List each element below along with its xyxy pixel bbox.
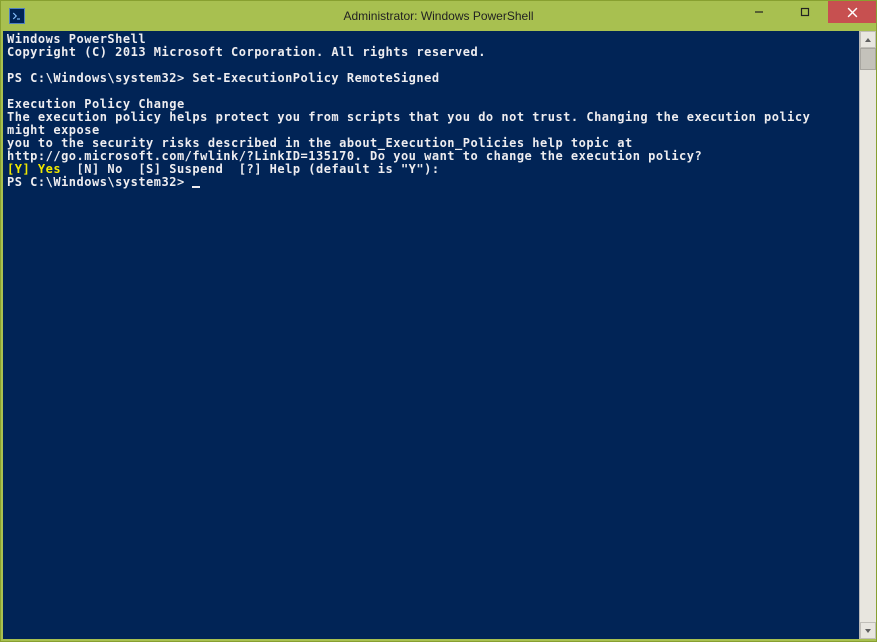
powershell-icon [9, 8, 25, 24]
close-button[interactable] [828, 1, 876, 23]
cursor [192, 186, 200, 188]
warning-heading: Execution Policy Change [7, 97, 185, 111]
maximize-button[interactable] [782, 1, 828, 23]
scrollbar-thumb[interactable] [860, 48, 876, 70]
prompt: PS C:\Windows\system32> [7, 71, 192, 85]
banner-line: Copyright (C) 2013 Microsoft Corporation… [7, 45, 486, 59]
terminal-area: Windows PowerShell Copyright (C) 2013 Mi… [1, 31, 876, 641]
titlebar[interactable]: Administrator: Windows PowerShell [1, 1, 876, 31]
vertical-scrollbar[interactable] [859, 31, 876, 639]
warning-body: The execution policy helps protect you f… [7, 110, 818, 163]
window-title: Administrator: Windows PowerShell [343, 9, 533, 23]
choice-options: [N] No [S] Suspend [?] Help (default is … [61, 162, 440, 176]
scrollbar-track[interactable] [860, 48, 876, 622]
window-controls [736, 1, 876, 23]
minimize-button[interactable] [736, 1, 782, 23]
powershell-window: Administrator: Windows PowerShell Window… [0, 0, 877, 642]
choice-yes: [Y] Yes [7, 162, 61, 176]
command-text: Set-ExecutionPolicy RemoteSigned [192, 71, 439, 85]
banner-line: Windows PowerShell [7, 32, 146, 46]
prompt: PS C:\Windows\system32> [7, 175, 192, 189]
scroll-up-button[interactable] [860, 31, 876, 48]
scroll-down-button[interactable] [860, 622, 876, 639]
terminal-output[interactable]: Windows PowerShell Copyright (C) 2013 Mi… [3, 31, 859, 639]
